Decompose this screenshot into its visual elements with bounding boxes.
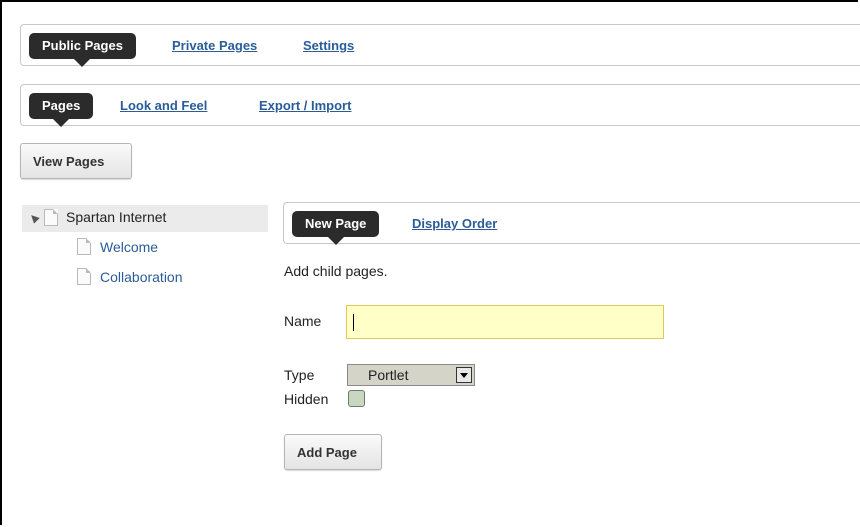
tree-item-collaboration[interactable]: Collaboration bbox=[100, 269, 183, 285]
tree-root-row[interactable]: Spartan Internet bbox=[22, 205, 268, 232]
tab-private-pages[interactable]: Private Pages bbox=[172, 33, 257, 59]
type-label: Type bbox=[284, 367, 315, 383]
tab-pages[interactable]: Pages bbox=[29, 93, 94, 127]
tree-item-welcome[interactable]: Welcome bbox=[100, 239, 158, 255]
hidden-label: Hidden bbox=[284, 391, 329, 407]
collapse-toggle-icon[interactable] bbox=[28, 212, 40, 224]
tab-look-and-feel[interactable]: Look and Feel bbox=[120, 93, 207, 119]
tab-public-pages[interactable]: Public Pages bbox=[29, 33, 136, 67]
form-intro: Add child pages. bbox=[284, 263, 388, 279]
page-icon bbox=[77, 268, 91, 285]
type-select[interactable]: Portlet bbox=[347, 364, 475, 386]
name-input[interactable] bbox=[346, 305, 664, 339]
top-tab-bar: Public Pages Private Pages Settings bbox=[20, 24, 860, 67]
view-pages-button[interactable]: View Pages bbox=[20, 143, 132, 179]
name-label: Name bbox=[284, 313, 322, 329]
page-icon bbox=[44, 209, 58, 226]
dropdown-arrow-icon[interactable] bbox=[456, 367, 472, 383]
type-select-value: Portlet bbox=[368, 367, 409, 383]
tab-display-order[interactable]: Display Order bbox=[412, 211, 497, 237]
tab-export-import[interactable]: Export / Import bbox=[259, 93, 351, 119]
tab-new-page[interactable]: New Page bbox=[292, 211, 380, 245]
tree-root-label[interactable]: Spartan Internet bbox=[66, 209, 166, 225]
add-page-button[interactable]: Add Page bbox=[284, 434, 382, 470]
hidden-checkbox[interactable] bbox=[348, 390, 365, 407]
tab-settings[interactable]: Settings bbox=[303, 33, 354, 59]
text-caret bbox=[353, 314, 354, 331]
panel-tab-bar: New Page Display Order bbox=[283, 202, 860, 245]
window-frame bbox=[0, 0, 858, 525]
sub-tab-bar: Pages Look and Feel Export / Import bbox=[20, 84, 860, 127]
page-icon bbox=[77, 238, 91, 255]
